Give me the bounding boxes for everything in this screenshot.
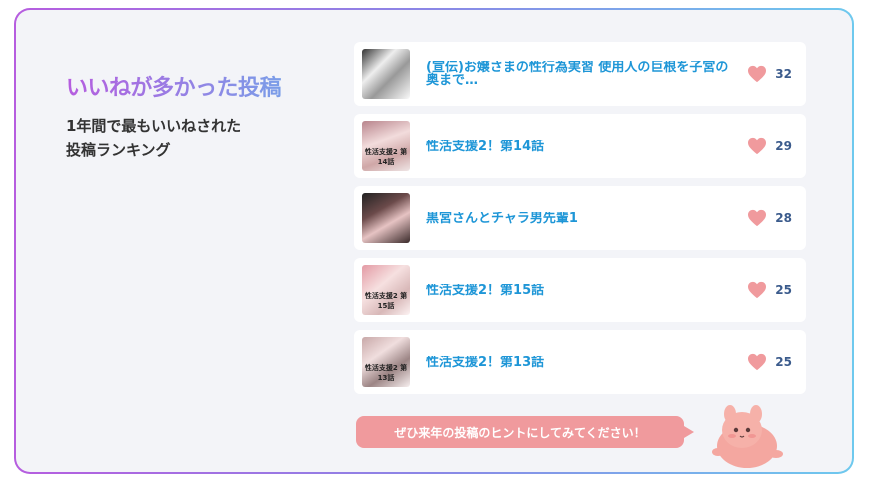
like-count: 25	[775, 283, 792, 297]
post-title-link[interactable]: 黒宮さんとチャラ男先輩1	[426, 212, 737, 225]
post-row[interactable]: 性活支援2 第13話 性活支援2！第13話 25	[354, 330, 806, 394]
subtitle-line-2: 投稿ランキング	[66, 141, 171, 159]
post-row[interactable]: 黒宮さんとチャラ男先輩1 28	[354, 186, 806, 250]
hint-speech-bubble: ぜひ来年の投稿のヒントにしてみてください！	[356, 416, 694, 448]
post-title-link[interactable]: 性活支援2！第13話	[426, 356, 737, 369]
post-thumbnail[interactable]: 性活支援2 第15話	[362, 265, 410, 315]
post-thumbnail[interactable]: 性活支援2 第13話	[362, 337, 410, 387]
post-thumbnail[interactable]	[362, 49, 410, 99]
like-count-group: 25	[747, 281, 792, 299]
post-title-link[interactable]: (宣伝)お嬢さまの性行為実習 使用人の巨根を子宮の奥まで…	[426, 61, 737, 87]
popular-posts-list: (宣伝)お嬢さまの性行為実習 使用人の巨根を子宮の奥まで… 32 性活支援2 第…	[354, 42, 806, 402]
section-subtitle: 1年間で最もいいねされた 投稿ランキング	[66, 114, 306, 162]
heart-icon	[748, 137, 767, 155]
thumbnail-caption: 性活支援2 第13話	[364, 364, 408, 382]
heart-icon	[748, 65, 767, 83]
heart-icon	[748, 281, 767, 299]
post-thumbnail[interactable]	[362, 193, 410, 243]
pink-blob-mascot	[712, 405, 783, 468]
like-count-group: 32	[747, 65, 792, 83]
like-count: 25	[775, 355, 792, 369]
like-count-group: 25	[747, 353, 792, 371]
post-row[interactable]: (宣伝)お嬢さまの性行為実習 使用人の巨根を子宮の奥まで… 32	[354, 42, 806, 106]
like-count-group: 29	[747, 137, 792, 155]
thumbnail-caption: 性活支援2 第14話	[364, 148, 408, 166]
like-count: 32	[775, 67, 792, 81]
heart-icon	[748, 353, 767, 371]
thumbnail-caption: 性活支援2 第15話	[364, 292, 408, 310]
subtitle-line-1: 1年間で最もいいねされた	[66, 117, 242, 135]
heart-icon	[748, 209, 767, 227]
post-thumbnail[interactable]: 性活支援2 第14話	[362, 121, 410, 171]
post-title-link[interactable]: 性活支援2！第15話	[426, 284, 737, 297]
like-count-group: 28	[747, 209, 792, 227]
post-row[interactable]: 性活支援2 第14話 性活支援2！第14話 29	[354, 114, 806, 178]
section-title: いいねが多かった投稿	[66, 70, 282, 102]
post-title-link[interactable]: 性活支援2！第14話	[426, 140, 737, 153]
like-count: 28	[775, 211, 792, 225]
like-count: 29	[775, 139, 792, 153]
post-row[interactable]: 性活支援2 第15話 性活支援2！第15話 25	[354, 258, 806, 322]
